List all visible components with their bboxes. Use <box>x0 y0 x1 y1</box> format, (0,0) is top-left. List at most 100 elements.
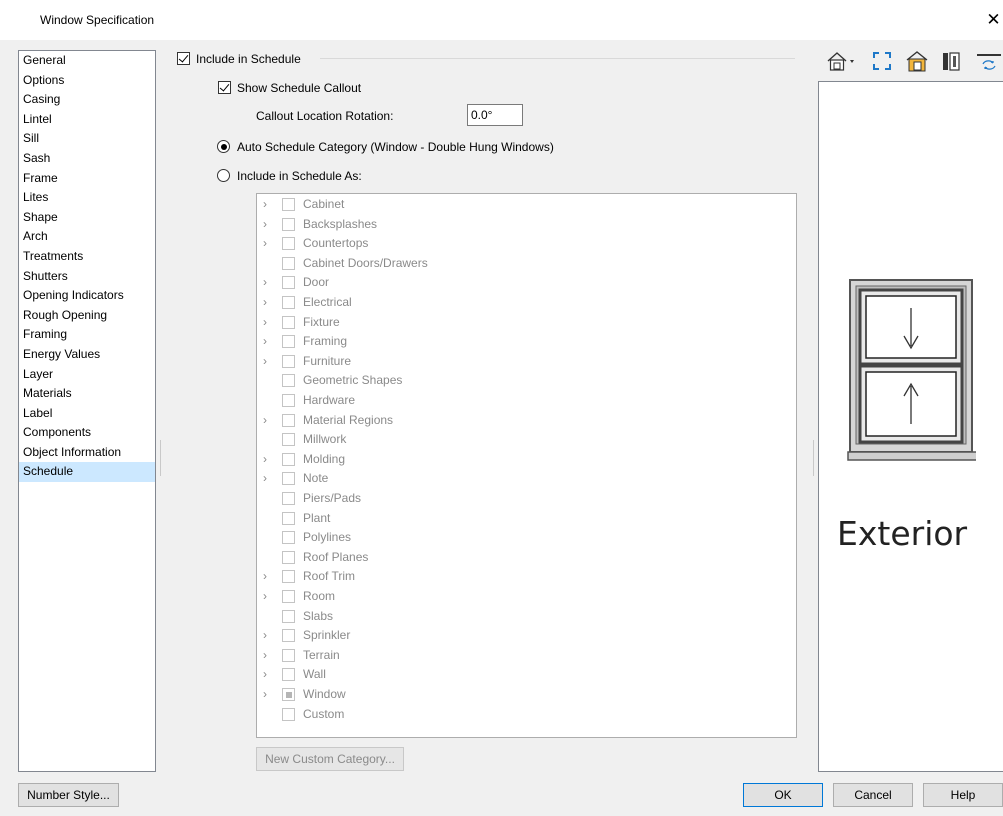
tree-checkbox[interactable] <box>282 707 295 721</box>
tree-checkbox[interactable] <box>282 276 295 290</box>
show-schedule-callout-checkbox[interactable] <box>218 81 231 94</box>
expand-chevron-icon[interactable]: › <box>263 627 273 643</box>
tree-item-cabinet[interactable]: › Cabinet <box>257 195 796 215</box>
nav-item-casing[interactable]: Casing <box>19 90 155 110</box>
tree-checkbox[interactable] <box>282 550 295 564</box>
nav-item-sash[interactable]: Sash <box>19 149 155 169</box>
nav-item-shape[interactable]: Shape <box>19 208 155 228</box>
tree-item-material-regions[interactable]: › Material Regions <box>257 411 796 431</box>
tree-checkbox[interactable] <box>282 648 295 662</box>
include-in-schedule-checkbox[interactable] <box>177 52 190 65</box>
ok-button[interactable]: OK <box>743 783 823 807</box>
tree-item-cabinet-doors-drawers[interactable]: Cabinet Doors/Drawers <box>257 254 796 274</box>
tree-checkbox[interactable] <box>282 354 295 368</box>
tree-checkbox[interactable] <box>282 609 295 623</box>
tree-item-roof-trim[interactable]: › Roof Trim <box>257 567 796 587</box>
auto-schedule-category-radio[interactable] <box>217 140 230 153</box>
expand-chevron-icon[interactable]: › <box>263 451 273 467</box>
tree-item-electrical[interactable]: › Electrical <box>257 293 796 313</box>
tree-item-furniture[interactable]: › Furniture <box>257 352 796 372</box>
tree-item-fixture[interactable]: › Fixture <box>257 313 796 333</box>
tree-checkbox[interactable] <box>282 413 295 427</box>
tree-item-polylines[interactable]: Polylines <box>257 528 796 548</box>
tree-item-terrain[interactable]: › Terrain <box>257 646 796 666</box>
nav-item-energy-values[interactable]: Energy Values <box>19 345 155 365</box>
expand-chevron-icon[interactable]: › <box>263 294 273 310</box>
tree-item-molding[interactable]: › Molding <box>257 450 796 470</box>
tree-checkbox-partial[interactable] <box>282 688 295 701</box>
expand-chevron-icon[interactable]: › <box>263 353 273 369</box>
tree-item-countertops[interactable]: › Countertops <box>257 234 796 254</box>
view-type-dropdown-icon[interactable] <box>826 50 858 72</box>
tree-checkbox[interactable] <box>282 629 295 643</box>
tree-checkbox[interactable] <box>282 433 295 447</box>
tree-item-framing[interactable]: › Framing <box>257 332 796 352</box>
tree-item-millwork[interactable]: Millwork <box>257 430 796 450</box>
help-button[interactable]: Help <box>923 783 1003 807</box>
expand-chevron-icon[interactable]: › <box>263 686 273 702</box>
number-style-button[interactable]: Number Style... <box>18 783 119 807</box>
tree-item-door[interactable]: › Door <box>257 273 796 293</box>
include-in-schedule-as-radio[interactable] <box>217 169 230 182</box>
expand-chevron-icon[interactable]: › <box>263 333 273 349</box>
nav-item-layer[interactable]: Layer <box>19 365 155 385</box>
expand-chevron-icon[interactable]: › <box>263 568 273 584</box>
tree-item-roof-planes[interactable]: Roof Planes <box>257 548 796 568</box>
nav-item-sill[interactable]: Sill <box>19 129 155 149</box>
tree-item-piers-pads[interactable]: Piers/Pads <box>257 489 796 509</box>
cancel-button[interactable]: Cancel <box>833 783 913 807</box>
nav-item-materials[interactable]: Materials <box>19 384 155 404</box>
nav-item-lites[interactable]: Lites <box>19 188 155 208</box>
expand-chevron-icon[interactable]: › <box>263 235 273 251</box>
expand-chevron-icon[interactable]: › <box>263 647 273 663</box>
nav-item-components[interactable]: Components <box>19 423 155 443</box>
tree-item-plant[interactable]: Plant <box>257 509 796 529</box>
nav-item-label[interactable]: Label <box>19 404 155 424</box>
tree-checkbox[interactable] <box>282 256 295 270</box>
opening-view-icon[interactable] <box>940 50 962 72</box>
fill-window-icon[interactable] <box>871 50 893 72</box>
schedule-category-tree[interactable]: › Cabinet › Backsplashes › Countertops C… <box>256 193 797 738</box>
tree-item-backsplashes[interactable]: › Backsplashes <box>257 215 796 235</box>
tree-checkbox[interactable] <box>282 374 295 388</box>
tree-checkbox[interactable] <box>282 570 295 584</box>
nav-item-shutters[interactable]: Shutters <box>19 267 155 287</box>
left-splitter-handle[interactable] <box>160 440 165 476</box>
category-nav-list[interactable]: General Options Casing Lintel Sill Sash … <box>18 50 156 772</box>
tree-item-wall[interactable]: › Wall <box>257 665 796 685</box>
nav-item-opening-indicators[interactable]: Opening Indicators <box>19 286 155 306</box>
tree-item-sprinkler[interactable]: › Sprinkler <box>257 626 796 646</box>
reverse-view-icon[interactable] <box>975 50 1003 72</box>
tree-item-hardware[interactable]: Hardware <box>257 391 796 411</box>
expand-chevron-icon[interactable]: › <box>263 314 273 330</box>
nav-item-frame[interactable]: Frame <box>19 169 155 189</box>
expand-chevron-icon[interactable]: › <box>263 196 273 212</box>
nav-item-framing[interactable]: Framing <box>19 325 155 345</box>
tree-item-geometric-shapes[interactable]: Geometric Shapes <box>257 371 796 391</box>
tree-checkbox[interactable] <box>282 315 295 329</box>
tree-item-note[interactable]: › Note <box>257 469 796 489</box>
tree-checkbox[interactable] <box>282 198 295 211</box>
nav-item-lintel[interactable]: Lintel <box>19 110 155 130</box>
expand-chevron-icon[interactable]: › <box>263 588 273 604</box>
expand-chevron-icon[interactable]: › <box>263 216 273 232</box>
close-icon[interactable]: ✕ <box>984 8 1003 32</box>
nav-item-treatments[interactable]: Treatments <box>19 247 155 267</box>
callout-rotation-input[interactable]: 0.0° <box>467 104 523 126</box>
tree-checkbox[interactable] <box>282 472 295 486</box>
expand-chevron-icon[interactable]: › <box>263 412 273 428</box>
nav-item-options[interactable]: Options <box>19 71 155 91</box>
tree-checkbox[interactable] <box>282 335 295 349</box>
expand-chevron-icon[interactable]: › <box>263 470 273 486</box>
expand-chevron-icon[interactable]: › <box>263 666 273 682</box>
tree-checkbox[interactable] <box>282 492 295 505</box>
tree-item-room[interactable]: › Room <box>257 587 796 607</box>
nav-item-rough-opening[interactable]: Rough Opening <box>19 306 155 326</box>
tree-checkbox[interactable] <box>282 590 295 603</box>
nav-item-schedule[interactable]: Schedule <box>19 462 155 483</box>
nav-item-object-information[interactable]: Object Information <box>19 443 155 463</box>
nav-item-arch[interactable]: Arch <box>19 227 155 247</box>
new-custom-category-button[interactable]: New Custom Category... <box>256 747 404 771</box>
tree-checkbox[interactable] <box>282 531 295 545</box>
tree-item-custom[interactable]: Custom <box>257 705 796 725</box>
